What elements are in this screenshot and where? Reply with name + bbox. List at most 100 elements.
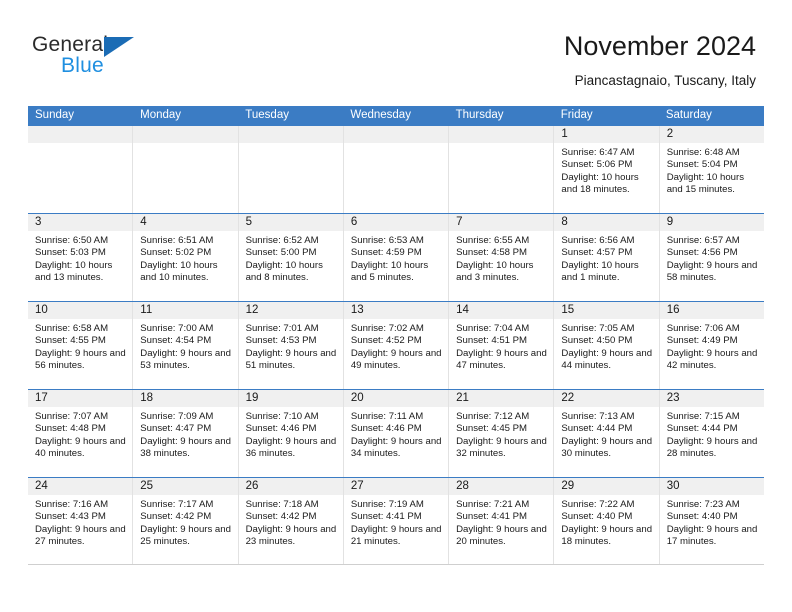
daylight-text: Daylight: 10 hours and 3 minutes. xyxy=(456,259,534,283)
day-cell[interactable]: 25 Sunrise: 7:17 AM Sunset: 4:42 PM Dayl… xyxy=(133,478,239,564)
page-subtitle: Piancastagnaio, Tuscany, Italy xyxy=(574,73,756,88)
sunrise-text: Sunrise: 7:05 AM xyxy=(561,323,635,334)
day-cell[interactable]: 9 Sunrise: 6:57 AM Sunset: 4:56 PM Dayli… xyxy=(659,214,764,301)
day-cell[interactable] xyxy=(133,126,239,213)
day-cell[interactable]: 24 Sunrise: 7:16 AM Sunset: 4:43 PM Dayl… xyxy=(28,478,134,564)
daylight-text: Daylight: 10 hours and 1 minute. xyxy=(561,259,639,283)
sunrise-text: Sunrise: 7:21 AM xyxy=(456,499,530,510)
daylight-text: Daylight: 9 hours and 30 minutes. xyxy=(561,435,653,459)
day-cell[interactable]: 28 Sunrise: 7:21 AM Sunset: 4:41 PM Dayl… xyxy=(449,478,555,564)
day-cell[interactable]: 26 Sunrise: 7:18 AM Sunset: 4:42 PM Dayl… xyxy=(238,478,344,564)
day-cell[interactable]: 17 Sunrise: 7:07 AM Sunset: 4:48 PM Dayl… xyxy=(28,390,134,477)
sunrise-text: Sunrise: 7:07 AM xyxy=(35,411,109,422)
day-info: Sunrise: 6:55 AM Sunset: 4:58 PM Dayligh… xyxy=(449,231,553,284)
sunrise-text: Sunrise: 6:55 AM xyxy=(456,235,530,246)
sunrise-text: Sunrise: 7:15 AM xyxy=(666,411,740,422)
day-cell[interactable]: 5 Sunrise: 6:52 AM Sunset: 5:00 PM Dayli… xyxy=(238,214,344,301)
day-cell[interactable]: 10 Sunrise: 6:58 AM Sunset: 4:55 PM Dayl… xyxy=(28,302,134,389)
day-number: 30 xyxy=(659,478,764,495)
calendar-page: General Blue November 2024 Piancastagnai… xyxy=(0,0,792,612)
day-cell[interactable]: 16 Sunrise: 7:06 AM Sunset: 4:49 PM Dayl… xyxy=(659,302,764,389)
day-cell[interactable]: 6 Sunrise: 6:53 AM Sunset: 4:59 PM Dayli… xyxy=(343,214,450,301)
sunset-text: Sunset: 5:02 PM xyxy=(140,247,212,259)
day-cell[interactable]: 18 Sunrise: 7:09 AM Sunset: 4:47 PM Dayl… xyxy=(133,390,239,477)
weekday-header-row: Sunday Monday Tuesday Wednesday Thursday… xyxy=(28,106,764,125)
daylight-text: Daylight: 9 hours and 40 minutes. xyxy=(35,435,126,459)
day-info xyxy=(344,143,448,147)
day-cell[interactable]: 27 Sunrise: 7:19 AM Sunset: 4:41 PM Dayl… xyxy=(343,478,450,564)
day-cell[interactable]: 23 Sunrise: 7:15 AM Sunset: 4:44 PM Dayl… xyxy=(659,390,764,477)
sunset-text: Sunset: 4:41 PM xyxy=(350,511,422,523)
sunrise-text: Sunrise: 7:22 AM xyxy=(561,499,635,510)
day-number: 23 xyxy=(659,390,764,407)
sunrise-text: Sunrise: 6:48 AM xyxy=(666,147,740,158)
day-cell[interactable]: 3 Sunrise: 6:50 AM Sunset: 5:03 PM Dayli… xyxy=(28,214,134,301)
daylight-text: Daylight: 9 hours and 17 minutes. xyxy=(666,523,758,547)
daylight-text: Daylight: 9 hours and 28 minutes. xyxy=(666,435,758,459)
sunrise-text: Sunrise: 6:52 AM xyxy=(245,235,319,246)
sunrise-text: Sunrise: 7:16 AM xyxy=(35,499,109,510)
day-number: 2 xyxy=(659,126,764,143)
day-cell[interactable]: 11 Sunrise: 7:00 AM Sunset: 4:54 PM Dayl… xyxy=(133,302,239,389)
day-cell[interactable]: 7 Sunrise: 6:55 AM Sunset: 4:58 PM Dayli… xyxy=(449,214,555,301)
day-info: Sunrise: 7:23 AM Sunset: 4:40 PM Dayligh… xyxy=(660,495,764,548)
day-number: 4 xyxy=(133,214,238,231)
day-cell[interactable]: 29 Sunrise: 7:22 AM Sunset: 4:40 PM Dayl… xyxy=(554,478,660,564)
day-cell[interactable]: 30 Sunrise: 7:23 AM Sunset: 4:40 PM Dayl… xyxy=(659,478,764,564)
day-cell[interactable]: 8 Sunrise: 6:56 AM Sunset: 4:57 PM Dayli… xyxy=(554,214,660,301)
day-info: Sunrise: 7:16 AM Sunset: 4:43 PM Dayligh… xyxy=(28,495,132,548)
sunrise-text: Sunrise: 6:53 AM xyxy=(350,235,424,246)
day-cell[interactable] xyxy=(28,126,134,213)
sunset-text: Sunset: 4:51 PM xyxy=(456,335,528,347)
day-number: 21 xyxy=(449,390,554,407)
day-number xyxy=(133,126,238,143)
daylight-text: Daylight: 9 hours and 44 minutes. xyxy=(561,347,653,371)
day-cell[interactable]: 19 Sunrise: 7:10 AM Sunset: 4:46 PM Dayl… xyxy=(238,390,344,477)
day-cell[interactable]: 20 Sunrise: 7:11 AM Sunset: 4:46 PM Dayl… xyxy=(343,390,450,477)
day-number: 20 xyxy=(343,390,449,407)
day-cell[interactable]: 1 Sunrise: 6:47 AM Sunset: 5:06 PM Dayli… xyxy=(554,126,660,213)
day-cell[interactable] xyxy=(238,126,344,213)
day-info: Sunrise: 7:18 AM Sunset: 4:42 PM Dayligh… xyxy=(239,495,343,548)
day-cell[interactable]: 4 Sunrise: 6:51 AM Sunset: 5:02 PM Dayli… xyxy=(133,214,239,301)
generalblue-logo[interactable]: General Blue xyxy=(32,33,212,81)
day-cell[interactable]: 21 Sunrise: 7:12 AM Sunset: 4:45 PM Dayl… xyxy=(449,390,555,477)
day-cell[interactable] xyxy=(343,126,450,213)
day-cell[interactable]: 13 Sunrise: 7:02 AM Sunset: 4:52 PM Dayl… xyxy=(343,302,450,389)
triangle-icon xyxy=(104,37,134,57)
sunrise-text: Sunrise: 7:17 AM xyxy=(140,499,214,510)
day-info: Sunrise: 6:58 AM Sunset: 4:55 PM Dayligh… xyxy=(28,319,132,372)
day-number: 27 xyxy=(343,478,449,495)
sunrise-text: Sunrise: 7:01 AM xyxy=(245,323,319,334)
sunrise-text: Sunrise: 7:10 AM xyxy=(245,411,319,422)
sunrise-text: Sunrise: 7:23 AM xyxy=(666,499,740,510)
day-cell[interactable]: 12 Sunrise: 7:01 AM Sunset: 4:53 PM Dayl… xyxy=(238,302,344,389)
day-cell[interactable]: 14 Sunrise: 7:04 AM Sunset: 4:51 PM Dayl… xyxy=(449,302,555,389)
day-info: Sunrise: 7:04 AM Sunset: 4:51 PM Dayligh… xyxy=(449,319,553,372)
day-info: Sunrise: 7:12 AM Sunset: 4:45 PM Dayligh… xyxy=(449,407,553,460)
day-info: Sunrise: 7:15 AM Sunset: 4:44 PM Dayligh… xyxy=(660,407,764,460)
day-info: Sunrise: 6:57 AM Sunset: 4:56 PM Dayligh… xyxy=(660,231,764,284)
day-number: 22 xyxy=(554,390,659,407)
week-row: 10 Sunrise: 6:58 AM Sunset: 4:55 PM Dayl… xyxy=(28,301,764,389)
daylight-text: Daylight: 9 hours and 51 minutes. xyxy=(245,347,337,371)
sunset-text: Sunset: 4:42 PM xyxy=(140,511,212,523)
day-number: 17 xyxy=(28,390,133,407)
weekday-header-thursday: Thursday xyxy=(455,109,504,121)
day-number: 5 xyxy=(238,214,343,231)
sunrise-text: Sunrise: 7:02 AM xyxy=(350,323,424,334)
sunset-text: Sunset: 4:43 PM xyxy=(35,511,106,523)
day-cell[interactable]: 22 Sunrise: 7:13 AM Sunset: 4:44 PM Dayl… xyxy=(554,390,660,477)
sunset-text: Sunset: 4:46 PM xyxy=(350,423,422,435)
day-cell[interactable]: 2 Sunrise: 6:48 AM Sunset: 5:04 PM Dayli… xyxy=(659,126,764,213)
daylight-text: Daylight: 9 hours and 25 minutes. xyxy=(140,523,231,547)
day-info xyxy=(239,143,343,147)
sunset-text: Sunset: 4:40 PM xyxy=(666,511,738,523)
day-number: 18 xyxy=(133,390,238,407)
daylight-text: Daylight: 9 hours and 36 minutes. xyxy=(245,435,337,459)
day-number: 28 xyxy=(449,478,554,495)
day-cell[interactable]: 15 Sunrise: 7:05 AM Sunset: 4:50 PM Dayl… xyxy=(554,302,660,389)
day-number xyxy=(343,126,449,143)
day-cell[interactable] xyxy=(449,126,555,213)
weekday-header-saturday: Saturday xyxy=(665,109,712,121)
